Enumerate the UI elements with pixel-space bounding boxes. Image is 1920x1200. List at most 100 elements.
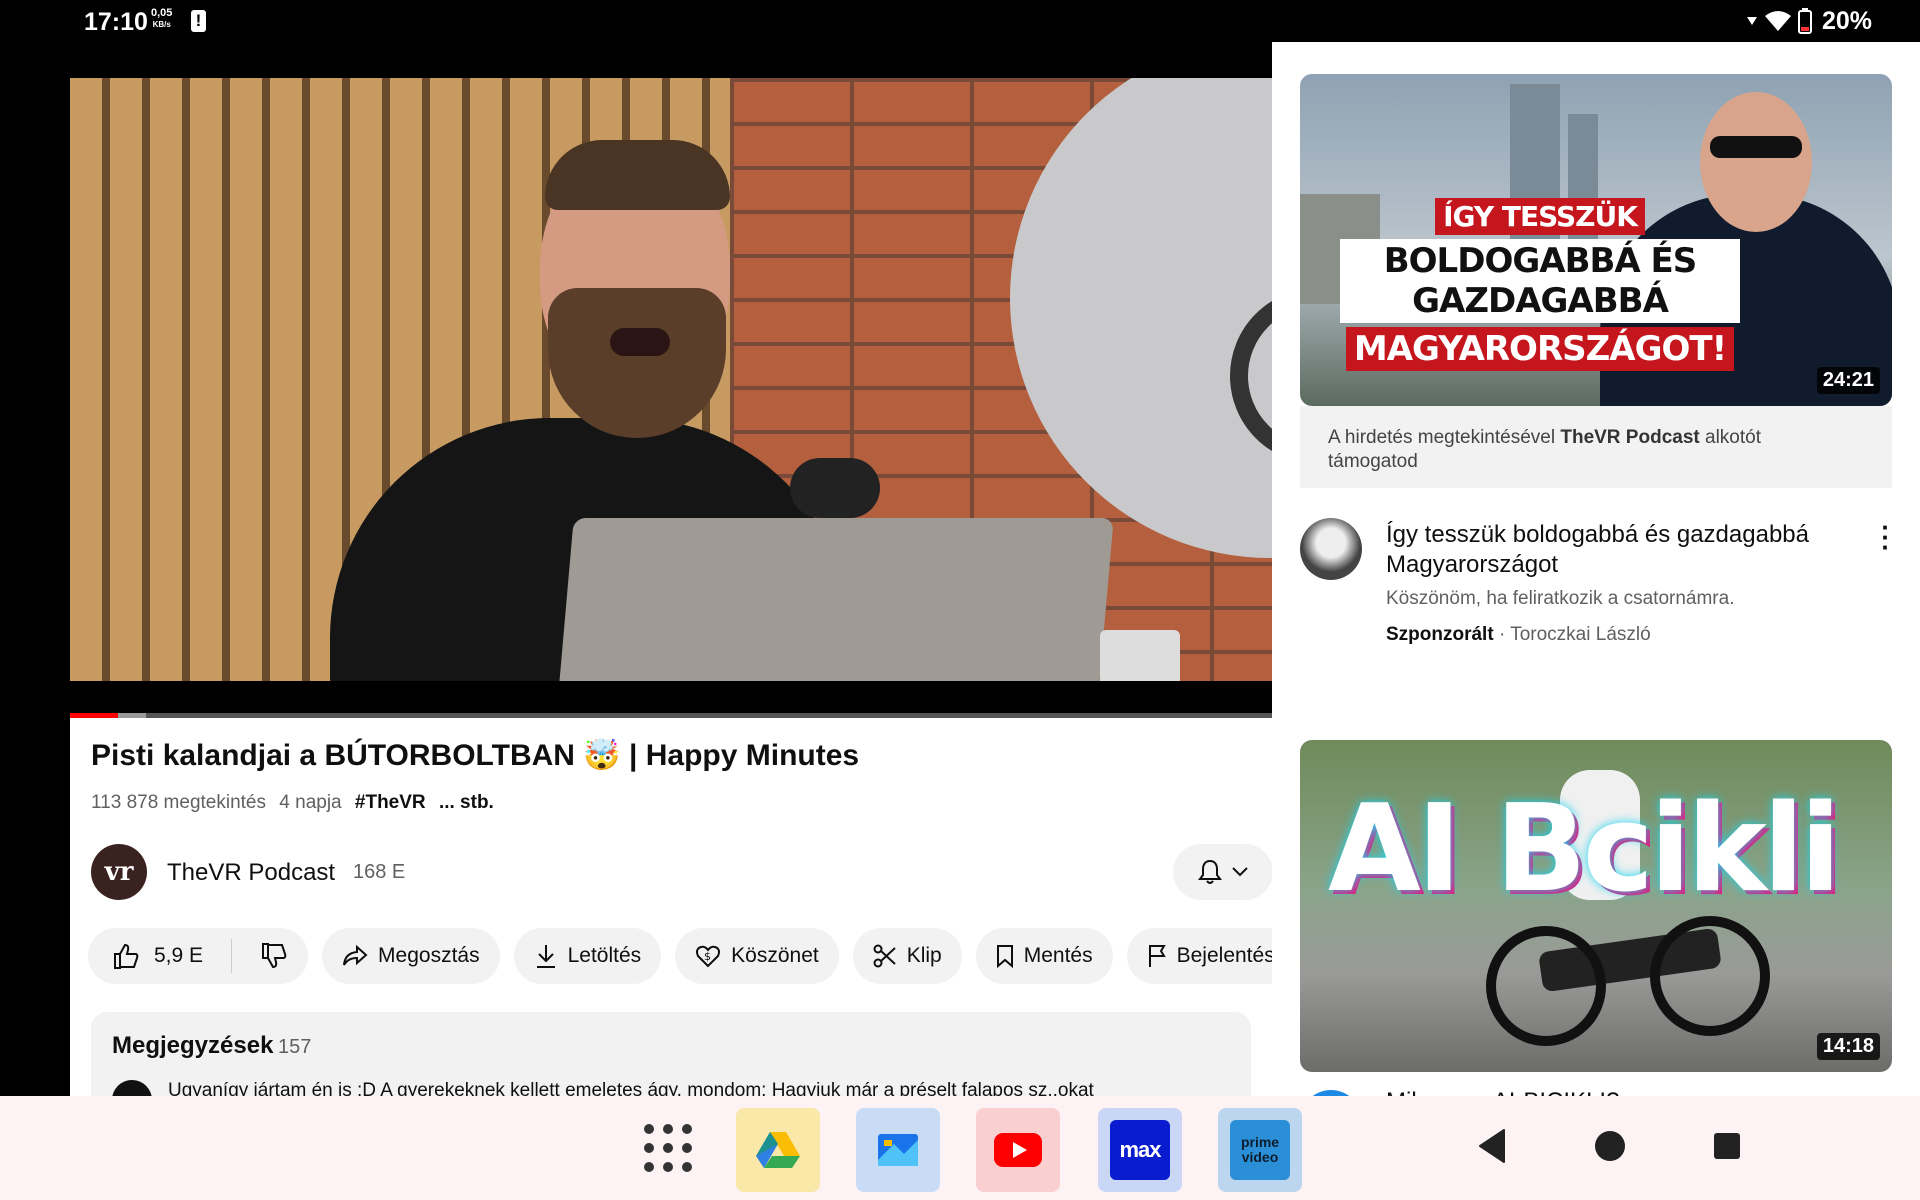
bike-rear-wheel: [1486, 926, 1606, 1046]
share-button[interactable]: Megosztás: [322, 928, 500, 984]
presenter-mouth: [610, 328, 670, 356]
more-options-icon[interactable]: · · ·: [1881, 514, 1890, 560]
sponsored-label: Szponzorált: [1386, 624, 1494, 645]
comments-card[interactable]: Megjegyzések 157 Ugyanígy jártam én is :…: [91, 1012, 1251, 1096]
max-logo: max: [1110, 1120, 1170, 1180]
advertiser-avatar[interactable]: [1300, 518, 1362, 580]
thanks-button[interactable]: $ Köszönet: [675, 928, 839, 984]
speaker-sunglasses: [1710, 136, 1802, 158]
subscriber-count: 168 E: [353, 861, 406, 883]
like-button[interactable]: 5,9 E: [88, 928, 221, 984]
thumbnail-line-1: ÍGY TESSZÜK: [1435, 198, 1645, 235]
save-button[interactable]: Mentés: [975, 928, 1113, 984]
heart-dollar-icon: $: [696, 945, 721, 968]
thumbnail-title-art: AI Bcikli: [1328, 780, 1841, 919]
prime-video-icon[interactable]: prime video: [1218, 1108, 1302, 1192]
max-label: max: [1119, 1137, 1161, 1162]
mug: [1100, 630, 1180, 681]
flag-icon: [1148, 945, 1166, 967]
comment-preview: Ugyanígy jártam én is :D A gyerekeknek k…: [168, 1080, 1094, 1096]
scissors-icon: [873, 944, 896, 968]
recents-icon[interactable]: [1712, 1126, 1742, 1166]
comments-count: 157: [278, 1036, 312, 1058]
channel-name[interactable]: TheVR Podcast: [167, 859, 335, 887]
report-button[interactable]: Bejelentés: [1126, 928, 1272, 984]
video-meta[interactable]: 113 878 megtekintés 4 napja #TheVR ... s…: [91, 792, 502, 814]
ad-details[interactable]: Így tesszük boldogabbá és gazdagabbá Mag…: [1300, 514, 1900, 658]
commenter-avatar: [112, 1080, 152, 1096]
data-arrows-icon: [1746, 17, 1757, 25]
video-label: video: [1241, 1149, 1279, 1165]
save-label: Mentés: [1023, 944, 1093, 967]
thumbs-up-icon: [114, 943, 139, 969]
like-count: 5,9 E: [154, 944, 204, 967]
presenter-hair: [545, 140, 730, 210]
drive-logo: [756, 1132, 800, 1168]
download-label: Letöltés: [567, 944, 642, 967]
thumbnail-line-2: BOLDOGABBÁ ÉS GAZDAGABBÁ: [1340, 239, 1740, 323]
thumbnail-headline: ÍGY TESSZÜK BOLDOGABBÁ ÉS GAZDAGABBÁ MAG…: [1340, 198, 1740, 371]
prime-label: prime: [1240, 1134, 1280, 1150]
bell-icon: [1198, 859, 1222, 884]
dislike-button[interactable]: [242, 928, 308, 984]
files-icon[interactable]: [856, 1108, 940, 1192]
ad-support-banner: A hirdetés megtekintésével TheVR Podcast…: [1300, 406, 1892, 488]
comments-title: Megjegyzések: [112, 1032, 274, 1059]
video-duration: 24:21: [1816, 367, 1880, 394]
view-count: 113 878 megtekintés: [91, 792, 266, 813]
video-duration: 14:18: [1816, 1033, 1880, 1060]
thanks-label: Köszönet: [731, 944, 819, 967]
next-video-details[interactable]: Milyen az AI-BICIKLI?: [1300, 1084, 1900, 1096]
max-icon[interactable]: max: [1098, 1108, 1182, 1192]
clock: 17:10: [84, 8, 148, 36]
clip-label: Klip: [906, 944, 942, 967]
network-speed-value: 0,05: [151, 7, 173, 19]
home-icon[interactable]: [1590, 1126, 1630, 1166]
youtube-logo: [994, 1133, 1042, 1167]
laptop: [556, 518, 1114, 681]
next-video-title[interactable]: Milyen az AI-BICIKLI?: [1386, 1088, 1619, 1096]
files-logo: [878, 1134, 918, 1166]
related-column: ÍGY TESSZÜK BOLDOGABBÁ ÉS GAZDAGABBÁ MAG…: [1272, 42, 1920, 1096]
clip-button[interactable]: Klip: [852, 928, 962, 984]
download-button[interactable]: Letöltés: [513, 928, 662, 984]
bookmark-icon: [996, 945, 1013, 968]
like-dislike-group: 5,9 E: [88, 928, 309, 984]
notification-alert-icon: !: [191, 10, 206, 32]
microphone: [790, 458, 880, 518]
support-prefix: A hirdetés megtekintésével: [1328, 427, 1556, 448]
next-video-thumbnail[interactable]: AI Bcikli 14:18: [1300, 740, 1892, 1072]
youtube-icon[interactable]: [976, 1108, 1060, 1192]
status-bar: 17:10 0,05 KB/s ! 20%: [0, 0, 1920, 42]
video-player[interactable]: [70, 78, 1272, 681]
drive-icon[interactable]: [736, 1108, 820, 1192]
bike-front-wheel: [1650, 916, 1770, 1036]
app-drawer-icon[interactable]: [644, 1124, 692, 1172]
prime-video-logo: prime video: [1230, 1120, 1290, 1180]
ad-thumbnail[interactable]: ÍGY TESSZÜK BOLDOGABBÁ ÉS GAZDAGABBÁ MAG…: [1300, 74, 1892, 406]
sponsor-separator: ·: [1498, 624, 1511, 645]
logo-ring: [1230, 288, 1272, 464]
hashtag-link[interactable]: #TheVR: [355, 792, 426, 813]
navigation-bar: max prime video: [0, 1096, 1920, 1200]
video-frame[interactable]: [70, 78, 1272, 681]
more-description-link[interactable]: ... stb.: [439, 792, 494, 813]
channel-avatar[interactable]: vr: [91, 844, 147, 900]
network-speed: 0,05 KB/s: [151, 8, 172, 30]
thumbs-down-icon: [262, 943, 287, 969]
video-title[interactable]: Pisti kalandjai a BÚTORBOLTBAN 🤯 | Happy…: [91, 738, 859, 773]
ad-support-text: A hirdetés megtekintésével TheVR Podcast…: [1328, 426, 1808, 474]
svg-text:$: $: [704, 950, 711, 963]
back-icon[interactable]: [1476, 1126, 1506, 1166]
wifi-icon: [1764, 11, 1791, 31]
upload-age: 4 napja: [279, 792, 342, 813]
download-icon: [536, 945, 555, 968]
battery-percent: 20%: [1821, 6, 1872, 35]
ad-sponsor-line: Szponzorált · Toroczkai László: [1386, 624, 1651, 646]
network-speed-unit: KB/s: [152, 20, 171, 29]
notification-bell-button[interactable]: [1173, 844, 1272, 900]
channel-row: vr TheVR Podcast 168 E: [91, 844, 1272, 904]
report-label: Bejelentés: [1176, 944, 1272, 967]
advertiser-name: Toroczkai László: [1510, 624, 1651, 645]
ad-title[interactable]: Így tesszük boldogabbá és gazdagabbá Mag…: [1386, 520, 1856, 580]
